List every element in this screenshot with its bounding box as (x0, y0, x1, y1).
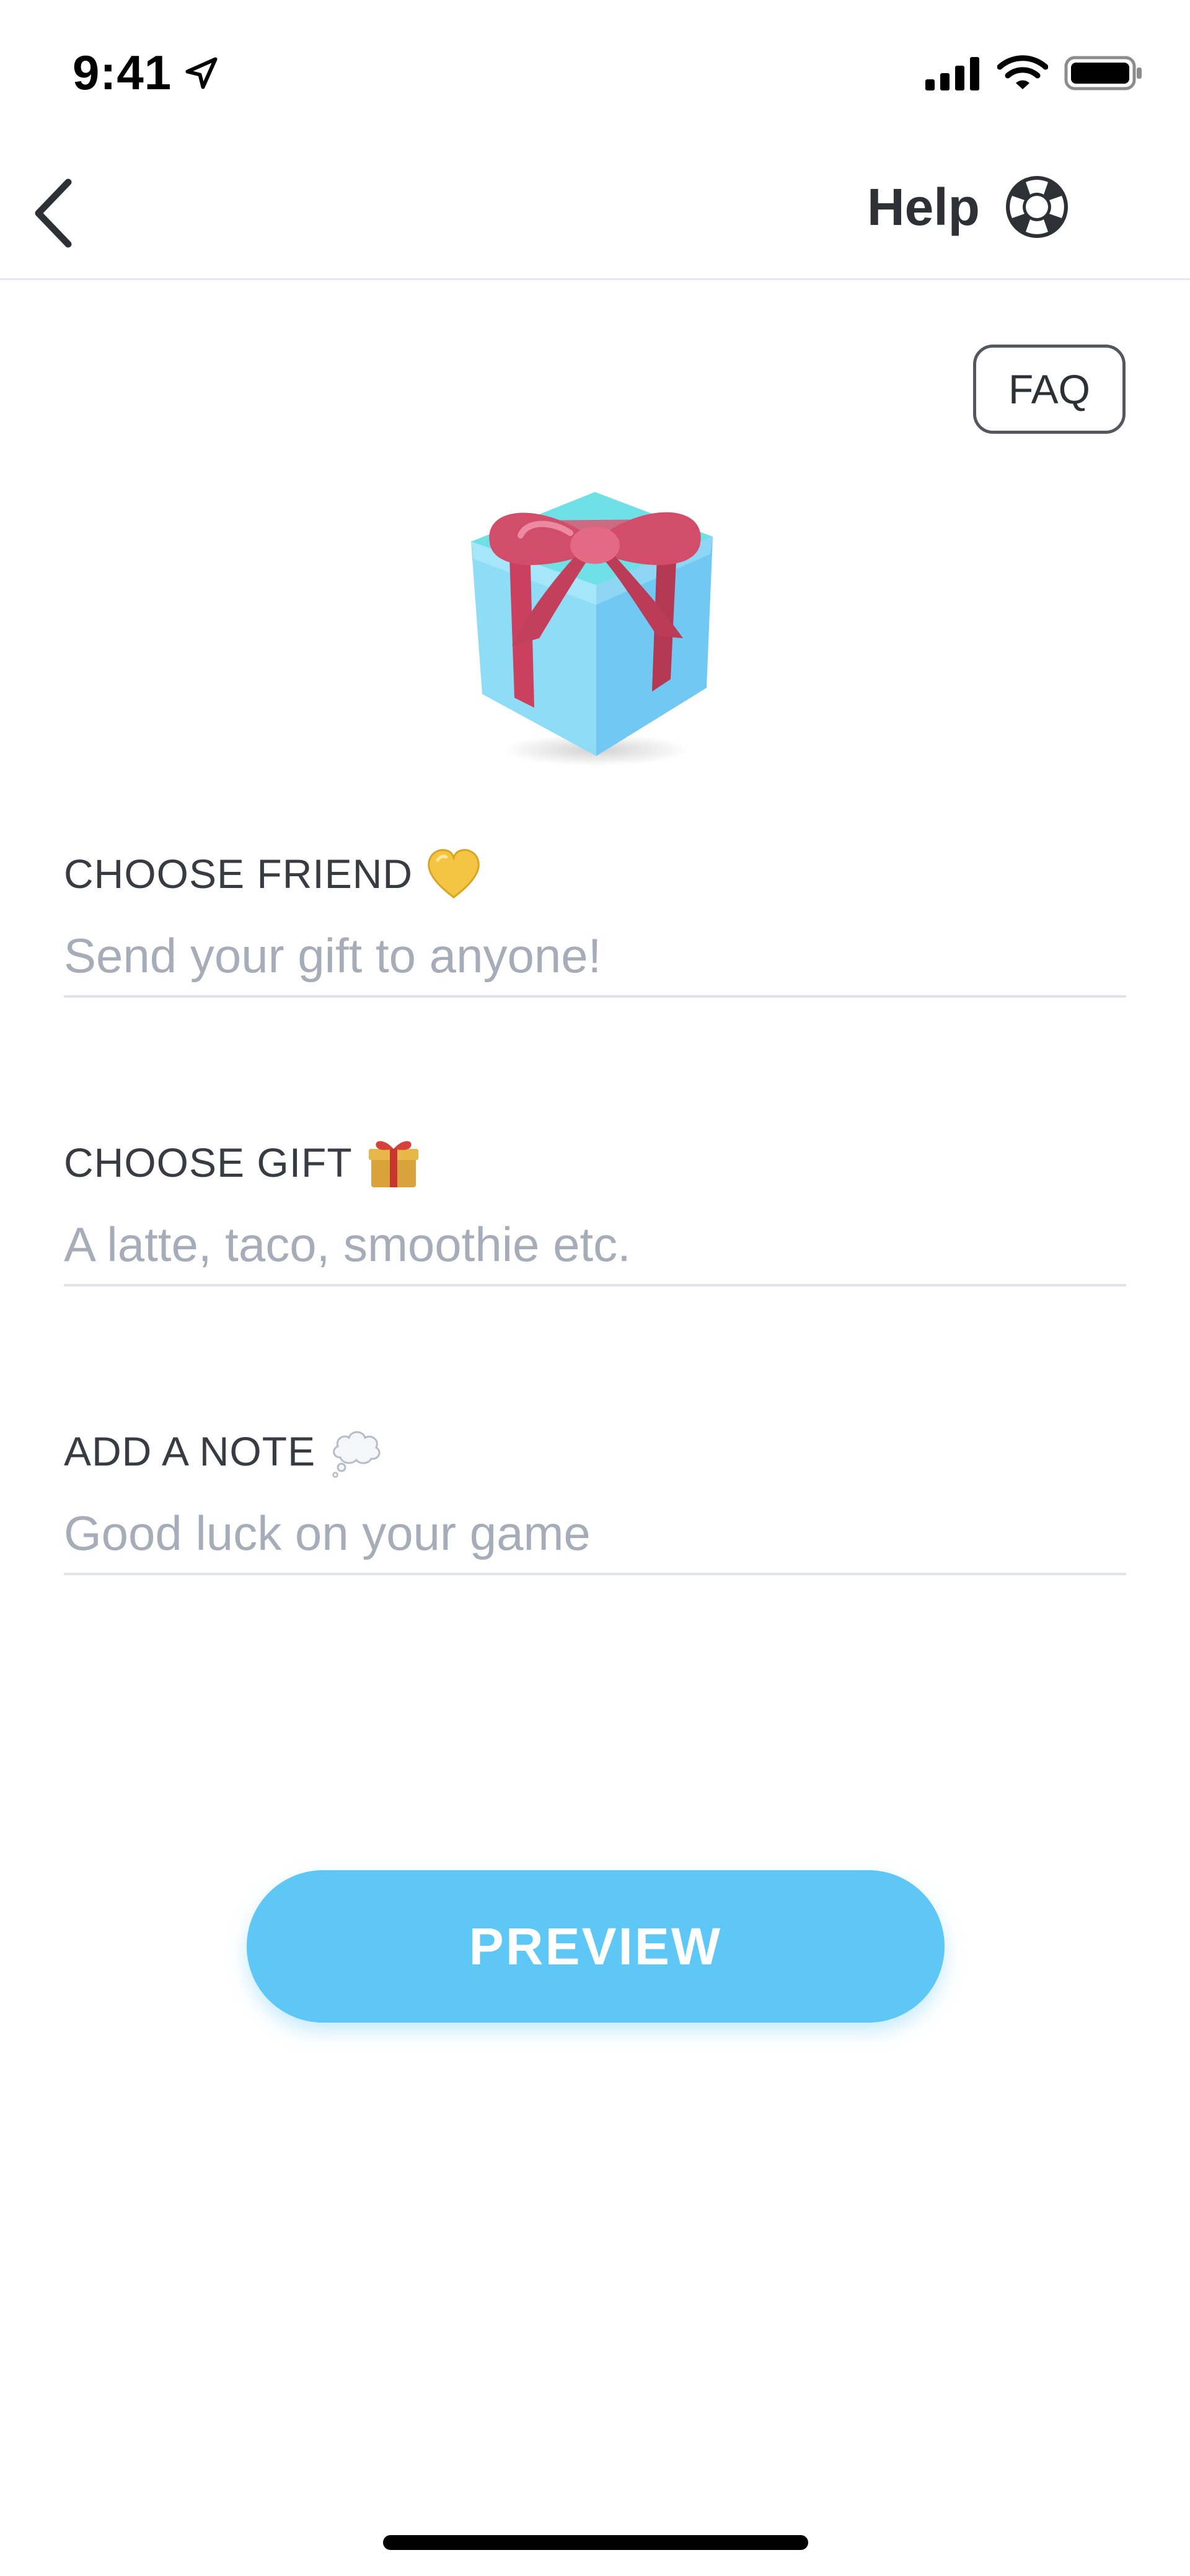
nav-bar: Help (0, 145, 1190, 280)
help-label: Help (866, 177, 980, 236)
preview-button[interactable]: PREVIEW (247, 1870, 945, 2023)
chevron-left-icon (35, 178, 72, 248)
add-note-input[interactable] (64, 1507, 1126, 1575)
battery-icon (1064, 56, 1142, 90)
back-button[interactable] (19, 176, 87, 250)
add-note-label: ADD A NOTE (64, 1428, 316, 1474)
status-time: 9:41 (73, 45, 172, 100)
status-time-group: 9:41 (73, 45, 220, 101)
help-button[interactable]: Help (867, 175, 1069, 239)
choose-gift-input[interactable] (64, 1218, 1126, 1286)
add-note-field: ADD A NOTE (64, 1420, 1126, 1575)
add-note-label-row: ADD A NOTE (64, 1420, 1126, 1482)
status-icons (925, 55, 1144, 92)
cellular-signal-icon (925, 57, 979, 90)
status-bar: 9:41 (0, 0, 1190, 145)
thought-bubble-icon (332, 1431, 381, 1478)
gift-box-icon (471, 492, 713, 766)
choose-gift-field: CHOOSE GIFT (64, 1132, 1126, 1286)
home-indicator (383, 2535, 808, 2550)
choose-friend-field: CHOOSE FRIEND (64, 843, 1126, 998)
faq-button[interactable]: FAQ (973, 345, 1126, 434)
send-gift-screen: 9:41 Help FAQ CHOOSE FRIEND Send your gi… (0, 0, 1190, 2576)
wrapped-gift-icon (368, 1141, 418, 1187)
location-arrow-icon (185, 57, 218, 89)
choose-friend-label: CHOOSE FRIEND (64, 851, 413, 897)
choose-friend-input[interactable] (64, 930, 1126, 998)
yellow-heart-icon (428, 849, 480, 899)
lifebuoy-icon (1006, 176, 1068, 238)
choose-gift-label-row: CHOOSE GIFT (64, 1132, 1126, 1193)
wifi-icon (997, 55, 1048, 89)
choose-gift-label: CHOOSE GIFT (64, 1140, 353, 1185)
choose-friend-label-row: CHOOSE FRIEND (64, 843, 1126, 905)
